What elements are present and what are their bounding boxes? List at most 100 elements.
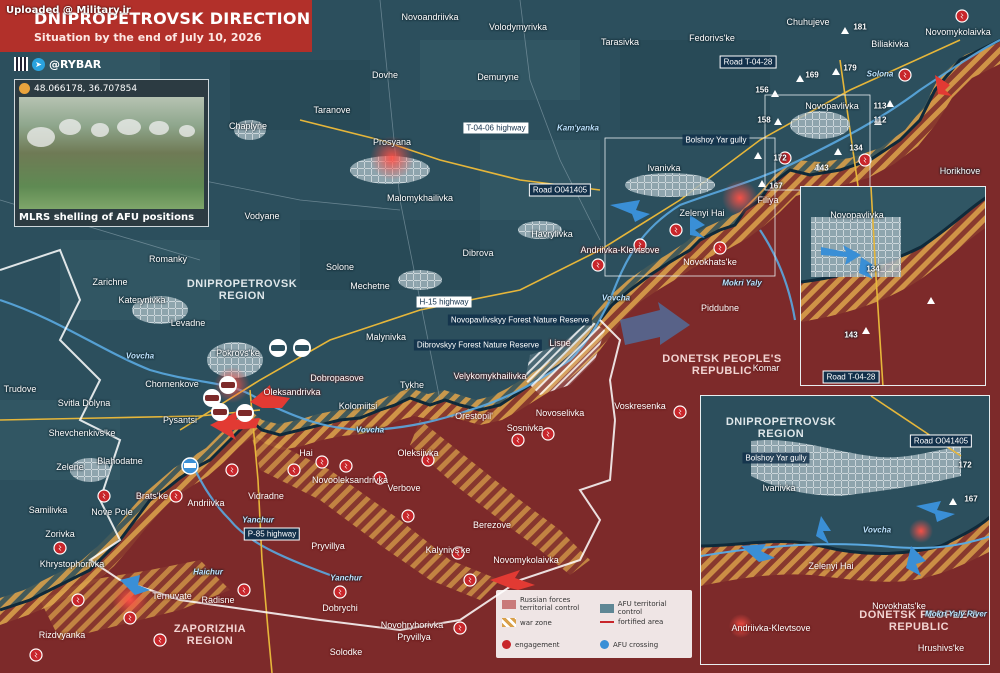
settlement-sosnivka: Sosnivka: [506, 423, 544, 433]
road-h15: H-15 highway: [416, 296, 472, 308]
settlement-zelenyi-hai: Zelenyi Hai: [679, 208, 725, 218]
inset-b-road: Road O041405: [909, 434, 973, 448]
river-yanchur-2: Yanchur: [330, 573, 362, 583]
settlement-andriivka-klevtsove: Andriivka-Klevtsove: [580, 245, 660, 255]
elev-158: 158: [757, 115, 771, 125]
inset-b-river-vovcha: Vovcha: [862, 525, 892, 535]
settlement-trudove: Trudove: [3, 384, 37, 394]
settlement-svitla-dolyna: Svitla Dolyna: [57, 398, 111, 408]
settlement-shevchenkivske: Shevchenkivs'ke: [48, 428, 116, 438]
inset-a-elev-143: 143: [844, 330, 858, 340]
settlement-komar: Komar: [752, 363, 780, 373]
settlement-dobrychi: Dobrychi: [322, 603, 358, 613]
legend-cross-label: AFU crossing: [613, 640, 659, 649]
river-solona: Solona: [866, 69, 894, 79]
road-p85: P-85 highway: [243, 527, 301, 541]
inset-b-zelenyi-hai: Zelenyi Hai: [808, 561, 854, 571]
smoke-cloud: [27, 127, 55, 147]
settlement-voskresenka: Voskresenka: [614, 401, 666, 411]
settlement-novohryhorivka: Novohryhorivka: [380, 620, 444, 630]
settlement-katerynivka: Katerynivka: [118, 295, 166, 305]
settlement-malomykhailivka: Malomykhailivka: [386, 193, 454, 203]
legend-afu-label: AFU territorial control: [617, 600, 667, 616]
elev-169: 169: [805, 70, 819, 80]
photo-image: [19, 97, 204, 209]
settlement-romanky: Romanky: [148, 254, 188, 264]
settlement-radisne: Radisne: [201, 595, 235, 605]
legend-ru-swatch: [502, 599, 516, 609]
photo-card: 48.066178, 36.707854 MLRS shelling of AF…: [14, 79, 209, 227]
road-kamyanka: Kam'yanka: [557, 123, 599, 133]
settlement-khrystophorivka: Khrystophorivka: [39, 559, 105, 569]
settlement-novopavlivka: Novopavlivka: [805, 101, 859, 111]
elev-167: 167: [769, 181, 783, 191]
river-vovcha-2: Vovcha: [355, 425, 385, 435]
smoke-cloud: [91, 123, 109, 137]
region-dnipropetrovsk: DNIPROPETROVSK REGION: [186, 278, 298, 302]
settlement-fedorivske: Fedorivs'ke: [689, 33, 735, 43]
legend-afu-swatch: [600, 603, 614, 613]
settlement-solodke: Solodke: [329, 647, 363, 657]
map-subtitle: Situation by the end of July 10, 2026: [34, 31, 262, 44]
settlement-zorivka: Zorivka: [45, 529, 75, 539]
settlement-vidradne: Vidradne: [248, 491, 284, 501]
settlement-havrylivka: Havrylivka: [531, 229, 573, 239]
settlement-prosyana: Prosyana: [372, 137, 412, 147]
legend-war-label: war zone: [520, 618, 552, 627]
inset-b-river-mokri: Mokri Yaly River: [925, 609, 987, 619]
settlement-levadne: Levadne: [170, 318, 206, 328]
elev-134: 134: [849, 143, 863, 153]
smoke-cloud: [149, 121, 169, 135]
map-stage: DNIPROPETROVSK DIRECTION Situation by th…: [0, 0, 1000, 673]
settlement-filiya: Filiya: [757, 195, 779, 205]
settlement-bratske: Brats'ke: [135, 491, 169, 501]
forest-novopavlivskyy: Novopavlivskyy Forest Nature Reserve: [447, 314, 593, 326]
legend-engagement: engagement: [502, 640, 560, 649]
settlement-dibrova: Dibrova: [462, 248, 494, 258]
settlement-horikhove: Horikhove: [939, 166, 981, 176]
legend: Russian forces territorial control AFU t…: [496, 590, 692, 658]
inset-a-settlement: Novopavlivka: [830, 210, 884, 220]
settlement-novooleksandrivka: Novooleksandrivka: [311, 475, 389, 485]
settlement-andriivka: Andriivka: [187, 498, 225, 508]
inset-b-hrushivske: Hrushivs'ke: [917, 643, 965, 653]
settlement-verbove: Verbove: [387, 483, 421, 493]
inset-novopavlivka: Novopavlivka 134 143 Road T-04-28: [800, 186, 986, 386]
legend-war-zone: war zone: [502, 618, 552, 627]
elev-181: 181: [853, 22, 867, 32]
inset-b-elev-172: 172: [958, 460, 972, 470]
bolshoy-yar-gully: Bolshoy Yar gully: [682, 134, 750, 146]
elev-172: 172: [773, 153, 787, 163]
legend-eng-label: engagement: [515, 640, 560, 649]
settlement-berezove: Berezove: [472, 520, 512, 530]
settlement-chornenkove: Chornenkove: [145, 379, 199, 389]
road-o041405: Road O041405: [528, 183, 592, 197]
inset-b-novokhatske: Novokhats'ke: [872, 601, 926, 611]
settlement-novokhatske: Novokhats'ke: [683, 257, 737, 267]
settlement-lisne: Lisne: [549, 338, 571, 348]
legend-war-swatch: [502, 618, 516, 627]
settlement-novomykolaivka-n: Novomykolaivka: [925, 27, 991, 37]
region-zaporizhia: ZAPORIZHIA REGION: [173, 623, 247, 647]
settlement-volodymyrivka: Volodymyrivka: [488, 22, 548, 32]
telegram-icon: ➤: [32, 57, 45, 71]
settlement-novoandriivka: Novoandriivka: [401, 12, 459, 22]
settlement-oleksiivka: Oleksiivka: [397, 448, 439, 458]
settlement-biliakivka: Biliakivka: [871, 39, 909, 49]
inset-a-elev-134: 134: [866, 264, 880, 274]
settlement-pokrovske: Pokrovs'ke: [216, 348, 260, 358]
settlement-oleksandrivka: Oleksandrivka: [263, 387, 321, 397]
qr-code-icon: [14, 57, 28, 71]
river-vovcha-3: Vovcha: [601, 293, 631, 303]
legend-afu-control: AFU territorial control: [600, 600, 692, 616]
inset-b-elev-167: 167: [964, 494, 978, 504]
settlement-zarichne: Zarichne: [92, 277, 128, 287]
settlement-ivanivka: Ivanivka: [647, 163, 681, 173]
crossing-icon: [600, 640, 609, 649]
inset-novopavlivka-map: [801, 187, 985, 385]
settlement-chaplyne: Chaplyne: [228, 121, 268, 131]
legend-fort-swatch: [600, 621, 614, 623]
road-t0406: T-04-06 highway: [463, 122, 529, 134]
settlement-solone: Solone: [325, 262, 355, 272]
inset-b-region: DNIPROPETROVSK REGION: [725, 416, 837, 440]
